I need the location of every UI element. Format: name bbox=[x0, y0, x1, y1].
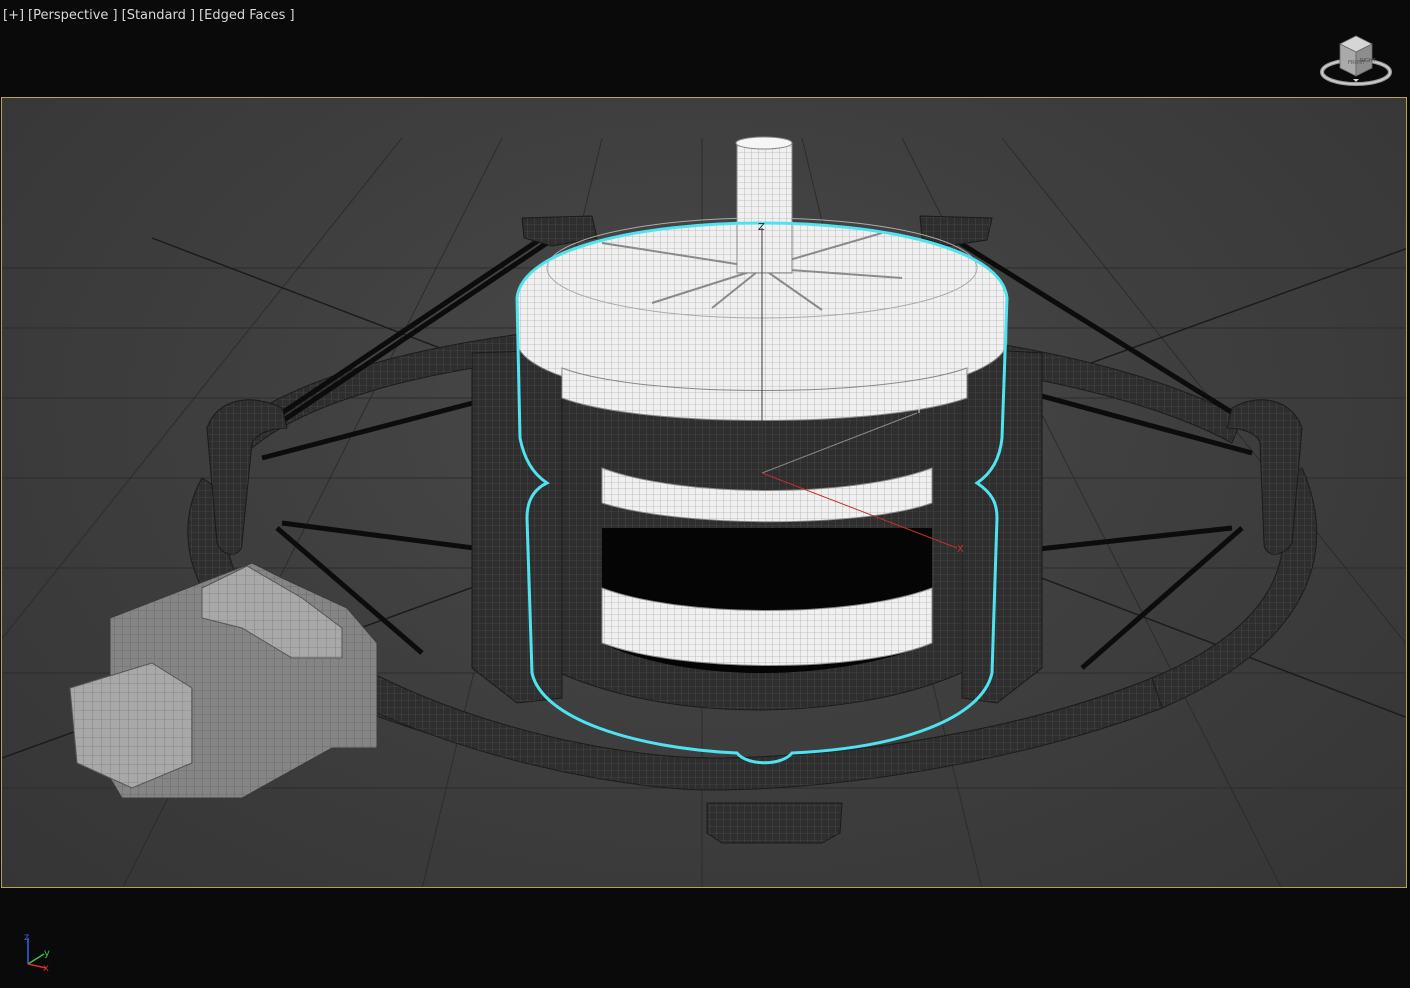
viewport-point-of-view-menu[interactable]: [Perspective ] bbox=[28, 8, 118, 23]
scene-canvas[interactable]: Z Y X bbox=[2, 98, 1407, 888]
connector-plug bbox=[69, 562, 378, 799]
viewcube-right-face: RIGHT bbox=[1360, 58, 1377, 64]
tripod-z-label: z bbox=[24, 932, 29, 943]
gizmo-z-label: Z bbox=[758, 222, 765, 233]
viewport-shading-quality-menu[interactable]: [Standard ] bbox=[122, 8, 195, 23]
viewport-label-menu: [+] [Perspective ] [Standard ] [Edged Fa… bbox=[0, 0, 295, 30]
tripod-y-label: y bbox=[44, 948, 50, 959]
viewcube-icon[interactable]: FRONT RIGHT bbox=[1318, 32, 1394, 92]
perspective-viewport[interactable]: Z Y X bbox=[1, 97, 1407, 888]
axis-tripod-icon: z y x bbox=[20, 928, 60, 976]
viewport-general-menu[interactable]: [+] bbox=[3, 8, 24, 23]
gizmo-y-label: Y bbox=[915, 405, 923, 416]
viewport-visual-style-menu[interactable]: [Edged Faces ] bbox=[199, 8, 295, 23]
tripod-x-label: x bbox=[43, 963, 49, 974]
gizmo-x-label: X bbox=[957, 544, 964, 555]
